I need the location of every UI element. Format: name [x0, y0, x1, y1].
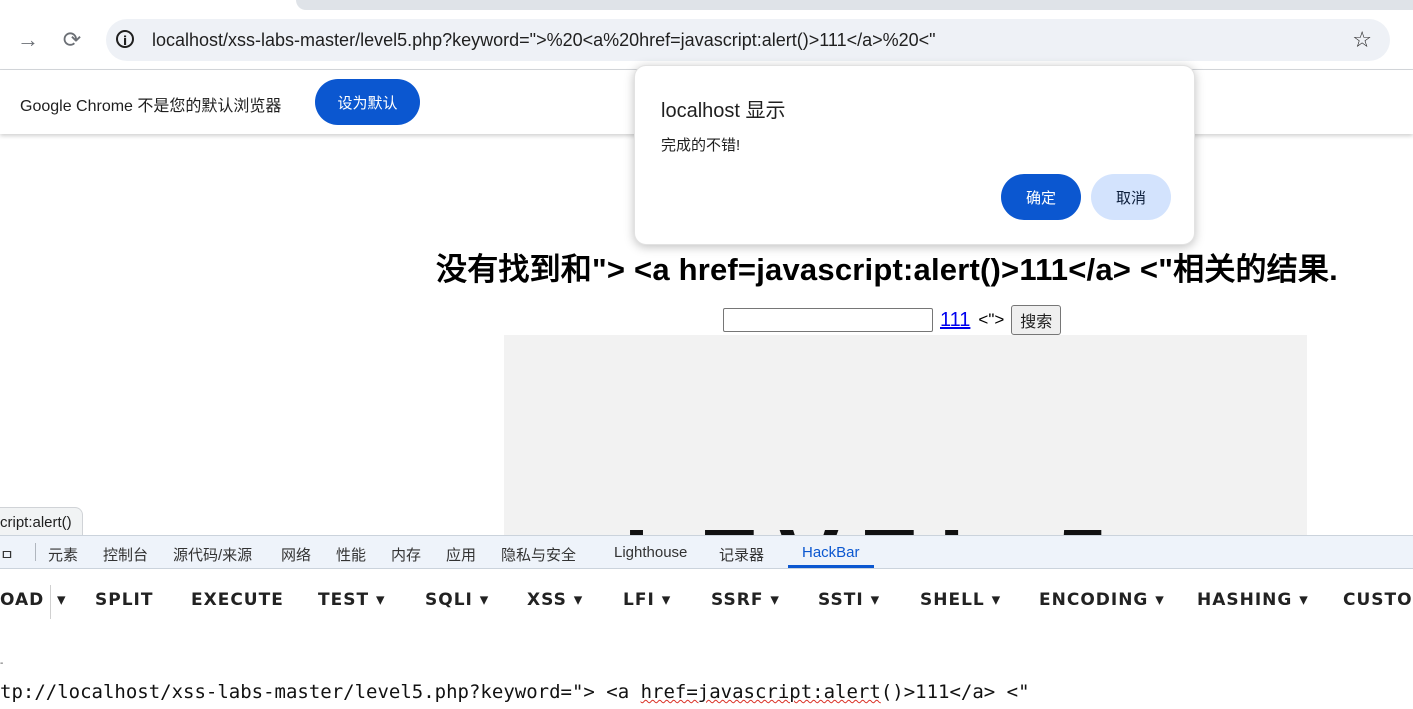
tab-lighthouse[interactable]: Lighthouse	[614, 544, 687, 561]
hackbar-execute-button[interactable]: EXECUTE	[191, 590, 284, 610]
injected-trailing-text: <">	[978, 310, 1005, 329]
level-image: LEVEL 5	[504, 335, 1307, 535]
hackbar-hashing-label: HASHING	[1197, 590, 1293, 610]
hackbar-lfi-label: LFI	[623, 590, 655, 610]
tabbar-separator	[35, 543, 36, 561]
hackbar-custom-menu[interactable]: CUSTOM	[1343, 590, 1413, 610]
tab-strip	[296, 0, 1413, 10]
search-form: 111 <"> 搜索	[723, 305, 1062, 335]
hackbar-xss-label: XSS	[527, 590, 567, 610]
dialog-message: 完成的不错!	[661, 137, 741, 154]
url-text[interactable]: localhost/xss-labs-master/level5.php?key…	[152, 30, 936, 51]
device-toggle-icon[interactable]: ㅁ	[0, 544, 14, 565]
dialog-title: localhost 显示	[661, 100, 786, 122]
tab-hackbar[interactable]: HackBar	[802, 544, 860, 561]
hackbar-ssti-label: SSTI	[818, 590, 864, 610]
search-button[interactable]: 搜索	[1011, 305, 1062, 335]
tab-application[interactable]: 应用	[446, 544, 476, 565]
hackbar-separator	[50, 585, 51, 619]
hackbar-url-spellcheck: href=javascript:alert	[640, 681, 881, 703]
hackbar-lfi-menu[interactable]: LFI ▾	[623, 590, 671, 610]
reload-icon[interactable]: ⟳	[58, 26, 86, 54]
infobar-message: Google Chrome 不是您的默认浏览器	[20, 98, 282, 115]
hackbar-shell-menu[interactable]: SHELL ▾	[920, 590, 1001, 610]
hackbar-xss-menu[interactable]: XSS ▾	[527, 590, 583, 610]
link-status-bubble: cript:alert()	[0, 507, 83, 537]
tab-sources[interactable]: 源代码/来源	[173, 544, 252, 565]
hackbar-encoding-menu[interactable]: ENCODING ▾	[1039, 590, 1165, 610]
devtools-panel: ㅁ 元素 控制台 源代码/来源 网络 性能 内存 应用 隐私与安全 Lighth…	[0, 535, 1413, 709]
hackbar-encoding-label: ENCODING	[1039, 590, 1149, 610]
forward-arrow-icon[interactable]: →	[14, 26, 42, 54]
hackbar-test-label: TEST	[318, 590, 370, 610]
devtools-tabbar: ㅁ 元素 控制台 源代码/来源 网络 性能 内存 应用 隐私与安全 Lighth…	[0, 536, 1413, 569]
hackbar-hashing-menu[interactable]: HASHING ▾	[1197, 590, 1309, 610]
hackbar-url-suffix: ()>111</a> <"	[880, 681, 1030, 703]
hackbar-ssrf-menu[interactable]: SSRF ▾	[711, 590, 780, 610]
tab-recorder[interactable]: 记录器	[719, 544, 764, 565]
hackbar-url-field[interactable]: tp://localhost/xss-labs-master/level5.ph…	[0, 681, 1030, 703]
hackbar-url-prefix: tp://localhost/xss-labs-master/level5.ph…	[0, 681, 641, 703]
hackbar-load-button[interactable]: OAD	[0, 590, 44, 610]
injected-link[interactable]: 111	[940, 309, 970, 332]
hackbar-split-button[interactable]: SPLIT	[95, 590, 153, 610]
tab-elements[interactable]: 元素	[48, 544, 78, 565]
dialog-cancel-button[interactable]: 取消	[1091, 174, 1171, 220]
site-info-icon[interactable]: i	[116, 30, 134, 48]
hackbar-shell-label: SHELL	[920, 590, 985, 610]
hackbar-toolbar: OAD ▾ SPLIT EXECUTE TEST ▾ SQLI ▾ XSS ▾ …	[0, 569, 1413, 629]
hackbar-ssti-menu[interactable]: SSTI ▾	[818, 590, 880, 610]
tab-network[interactable]: 网络	[281, 544, 311, 565]
hackbar-url-gutter: -	[0, 658, 4, 669]
tab-console[interactable]: 控制台	[103, 544, 148, 565]
hackbar-ssrf-label: SSRF	[711, 590, 764, 610]
hackbar-sqli-label: SQLI	[425, 590, 473, 610]
level-art-text: LEVEL 5	[624, 517, 1127, 535]
tab-performance[interactable]: 性能	[336, 544, 366, 565]
active-tab-indicator	[788, 565, 874, 568]
set-default-button[interactable]: 设为默认	[315, 79, 420, 125]
hackbar-test-menu[interactable]: TEST ▾	[318, 590, 386, 610]
hackbar-load-caret-icon[interactable]: ▾	[57, 590, 67, 610]
page-title: 没有找到和"> <a href=javascript:alert()>111</…	[436, 252, 1338, 287]
address-bar[interactable]: i localhost/xss-labs-master/level5.php?k…	[106, 19, 1390, 61]
browser-toolbar: → ⟳ i localhost/xss-labs-master/level5.p…	[0, 10, 1413, 70]
hackbar-sqli-menu[interactable]: SQLI ▾	[425, 590, 489, 610]
dialog-ok-button[interactable]: 确定	[1001, 174, 1081, 220]
tab-memory[interactable]: 内存	[391, 544, 421, 565]
tab-privacy-security[interactable]: 隐私与安全	[501, 544, 576, 565]
search-input[interactable]	[723, 308, 933, 332]
bookmark-star-icon[interactable]: ☆	[1352, 27, 1372, 53]
alert-dialog: localhost 显示 完成的不错! 确定 取消	[634, 65, 1195, 245]
